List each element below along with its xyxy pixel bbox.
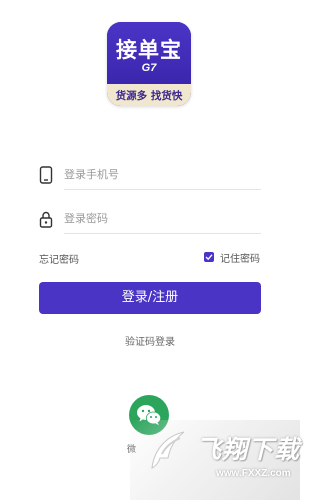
phone-input[interactable]: [64, 168, 254, 181]
password-input[interactable]: [64, 212, 254, 225]
phone-field: [39, 164, 261, 190]
remember-password-toggle[interactable]: 记住密码: [204, 251, 260, 265]
forgot-password-link[interactable]: 忘记密码: [39, 251, 79, 266]
password-field: [39, 208, 261, 234]
app-logo: 接单宝 G7 货源多 找货快: [107, 22, 191, 106]
watermark: 飞翔下载 www.FXXZ.com: [130, 420, 300, 500]
logo-subtitle: G7: [141, 62, 157, 74]
watermark-url: www.FXXZ.com: [216, 468, 291, 479]
logo-slogan: 货源多 找货快: [115, 90, 183, 102]
phone-icon: [39, 166, 55, 186]
lock-icon: [39, 210, 55, 230]
login-register-button[interactable]: 登录/注册: [39, 282, 261, 314]
watermark-title: 飞翔下载: [196, 435, 301, 464]
logo-title: 接单宝: [116, 38, 182, 62]
phone-underline: [64, 189, 261, 190]
checkmark-icon: [205, 254, 213, 261]
remember-checkbox[interactable]: [204, 252, 214, 262]
sms-code-login-link[interactable]: 验证码登录: [0, 333, 300, 348]
watermark-logo-icon: [151, 431, 185, 469]
password-underline: [64, 233, 261, 234]
remember-password-label: 记住密码: [220, 253, 260, 265]
